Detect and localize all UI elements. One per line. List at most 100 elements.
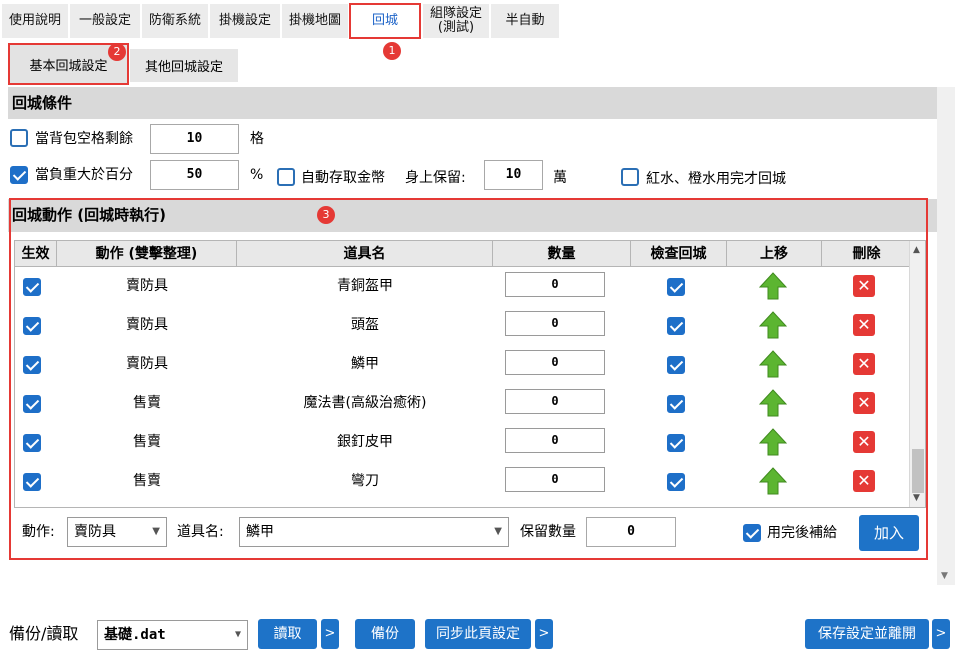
row-item-name: 青銅盔甲 xyxy=(337,278,393,294)
row-check-return-checkbox[interactable] xyxy=(667,356,685,374)
row-check-return-checkbox[interactable] xyxy=(667,278,685,296)
row-action: 賣防具 xyxy=(126,317,168,333)
table-vertical-scrollbar[interactable]: ▲ ▼ xyxy=(909,241,925,507)
scroll-down-icon[interactable]: ▼ xyxy=(941,571,948,581)
tab-party-settings[interactable]: 組隊設定 (測試) xyxy=(423,4,489,38)
form-keep-input[interactable]: 0 xyxy=(586,517,676,547)
weight-label: 當負重大於百分 xyxy=(35,167,133,183)
backup-label: 備份/讀取 xyxy=(9,624,79,643)
row-quantity-input[interactable]: 0 xyxy=(505,272,605,297)
tab-afk-map[interactable]: 掛機地圖 xyxy=(282,4,348,38)
row-enabled-checkbox[interactable] xyxy=(23,356,41,374)
move-up-icon[interactable] xyxy=(759,389,787,417)
row-quantity-input[interactable]: 0 xyxy=(505,428,605,453)
row-quantity-input[interactable]: 0 xyxy=(505,311,605,336)
read-more-button[interactable]: > xyxy=(321,619,339,649)
tab-label: 掛機設定 xyxy=(218,13,271,28)
table-row[interactable]: 賣防具 頭盔 0 ✕ xyxy=(15,306,911,345)
move-up-icon[interactable] xyxy=(759,311,787,339)
auto-gold-label: 自動存取金幣 xyxy=(301,170,385,186)
row-item-name: 頭盔 xyxy=(351,317,379,333)
delete-icon[interactable]: ✕ xyxy=(853,470,875,492)
add-action-button[interactable]: 加入 xyxy=(859,515,919,551)
row-check-return-checkbox[interactable] xyxy=(667,434,685,452)
row-check-return-checkbox[interactable] xyxy=(667,473,685,491)
tab-defense-system[interactable]: 防衛系統 xyxy=(142,4,208,38)
save-more-button[interactable]: > xyxy=(932,619,950,649)
delete-icon[interactable]: ✕ xyxy=(853,431,875,453)
actions-header: 回城動作 (回城時執行) xyxy=(8,199,937,232)
row-quantity-input[interactable]: 0 xyxy=(505,350,605,375)
row-enabled-checkbox[interactable] xyxy=(23,434,41,452)
bag-space-unit: 格 xyxy=(250,131,264,147)
move-up-icon[interactable] xyxy=(759,467,787,495)
delete-icon[interactable]: ✕ xyxy=(853,314,875,336)
move-up-icon[interactable] xyxy=(759,428,787,456)
sync-page-button[interactable]: 同步此頁設定 xyxy=(425,619,531,649)
table-row[interactable]: 售賣 彎刀 0 ✕ xyxy=(15,462,911,501)
delete-icon[interactable]: ✕ xyxy=(853,353,875,375)
row-item-name: 鱗甲 xyxy=(351,356,379,372)
move-up-icon[interactable] xyxy=(759,350,787,378)
bag-space-input[interactable]: 10 xyxy=(150,124,239,154)
table-row[interactable]: 賣防具 鱗甲 0 ✕ xyxy=(15,345,911,384)
row-enabled-checkbox[interactable] xyxy=(23,473,41,491)
bag-space-checkbox[interactable] xyxy=(10,129,28,147)
row-check-return-checkbox[interactable] xyxy=(667,395,685,413)
scroll-thumb[interactable] xyxy=(912,449,924,493)
table-row[interactable]: 售賣 銀釘皮甲 0 ✕ xyxy=(15,423,911,462)
keep-gold-label: 身上保留: xyxy=(405,170,466,186)
page-vertical-scrollbar[interactable]: ▼ xyxy=(937,87,955,585)
row-enabled-checkbox[interactable] xyxy=(23,395,41,413)
potion-empty-checkbox[interactable] xyxy=(621,168,639,186)
tab-usage-guide[interactable]: 使用說明 xyxy=(2,4,68,38)
backup-file-select[interactable]: 基礎.dat ▼ xyxy=(97,620,248,650)
scroll-down-icon[interactable]: ▼ xyxy=(913,493,920,503)
tab-afk-settings[interactable]: 掛機設定 xyxy=(210,4,280,38)
table-row[interactable]: 售賣 魔法書(高級治癒術) 0 ✕ xyxy=(15,384,911,423)
scroll-up-icon[interactable]: ▲ xyxy=(913,245,920,255)
sync-more-button[interactable]: > xyxy=(535,619,553,649)
save-exit-button[interactable]: 保存設定並離開 xyxy=(805,619,929,649)
main-tab-bar: 使用說明 一般設定 防衛系統 掛機設定 掛機地圖 回城 組隊設定 (測試) 半自… xyxy=(0,0,955,40)
col-action[interactable]: 動作 (雙擊整理) xyxy=(57,241,237,267)
row-check-return-checkbox[interactable] xyxy=(667,317,685,335)
keep-gold-input[interactable]: 10 xyxy=(484,160,543,190)
row-enabled-checkbox[interactable] xyxy=(23,317,41,335)
form-action-select[interactable]: 賣防具 ▼ xyxy=(67,517,167,547)
read-button[interactable]: 讀取 xyxy=(258,619,317,649)
row-quantity-input[interactable]: 0 xyxy=(505,389,605,414)
actions-table-header: 生效 動作 (雙擊整理) 道具名 數量 檢查回城 上移 刪除 xyxy=(15,241,911,267)
step-badge-1: 1 xyxy=(383,42,401,60)
col-delete: 刪除 xyxy=(852,246,881,262)
refill-checkbox[interactable] xyxy=(743,524,761,542)
delete-icon[interactable]: ✕ xyxy=(853,275,875,297)
subtab-other-return[interactable]: 其他回城設定 xyxy=(130,49,238,82)
row-action: 售賣 xyxy=(133,395,161,411)
conditions-header: 回城條件 xyxy=(8,87,937,119)
chevron-down-icon: ▼ xyxy=(152,526,160,537)
form-keep-label: 保留數量 xyxy=(520,524,576,540)
weight-input[interactable]: 50 xyxy=(150,160,239,190)
delete-icon[interactable]: ✕ xyxy=(853,392,875,414)
form-item-label: 道具名: xyxy=(177,524,224,540)
keep-gold-unit: 萬 xyxy=(553,170,567,186)
weight-checkbox[interactable] xyxy=(10,166,28,184)
tab-return-town[interactable]: 回城 xyxy=(349,3,421,39)
row-action: 售賣 xyxy=(133,434,161,450)
row-quantity-input[interactable]: 0 xyxy=(505,467,605,492)
tab-general-settings[interactable]: 一般設定 xyxy=(70,4,140,38)
move-up-icon[interactable] xyxy=(759,272,787,300)
backup-button[interactable]: 備份 xyxy=(355,619,415,649)
weight-unit: % xyxy=(250,167,264,183)
tab-label: 掛機地圖 xyxy=(288,13,341,28)
tab-semi-auto[interactable]: 半自動 xyxy=(491,4,559,38)
table-row[interactable]: 賣防具 青銅盔甲 0 ✕ xyxy=(15,267,911,306)
tab-label: 一般設定 xyxy=(78,13,131,28)
chevron-down-icon: ▼ xyxy=(234,629,241,640)
form-item-select[interactable]: 鱗甲 ▼ xyxy=(239,517,509,547)
row-enabled-checkbox[interactable] xyxy=(23,278,41,296)
row-item-name: 彎刀 xyxy=(351,473,379,489)
chevron-down-icon: ▼ xyxy=(494,526,502,537)
auto-gold-checkbox[interactable] xyxy=(277,168,295,186)
